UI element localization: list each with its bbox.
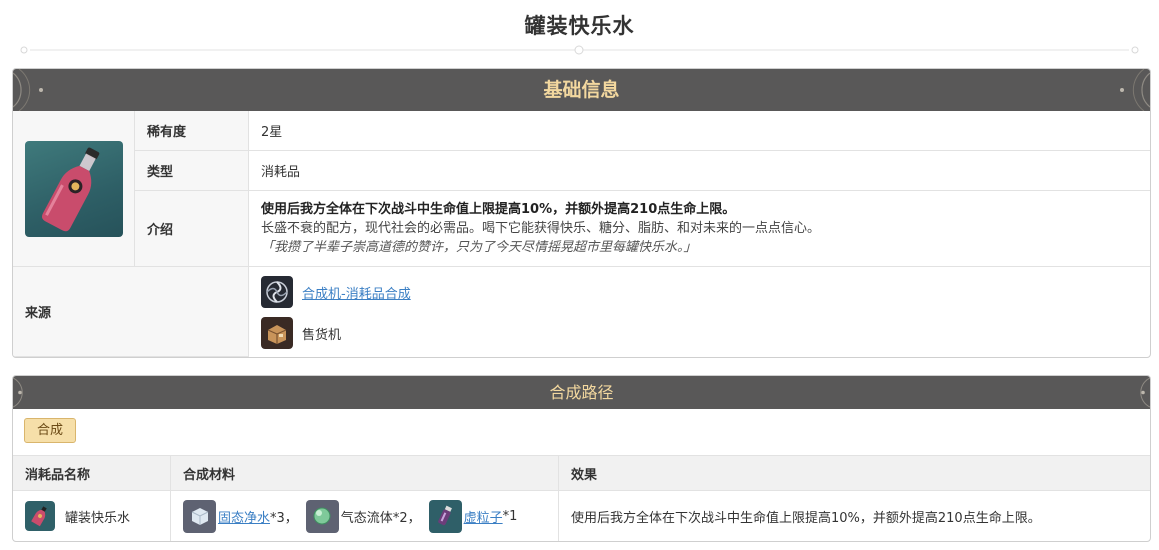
column-header-name: 消耗品名称 xyxy=(13,455,171,491)
header-ornament-right-icon xyxy=(1120,69,1150,111)
intro-label: 介绍 xyxy=(135,191,249,267)
intro-description-text: 长盛不衰的配方，现代社会的必需品。喝下它能获得快乐、糖分、脂肪、和对未来的一点点… xyxy=(261,221,821,236)
header-ornament-left-icon xyxy=(13,69,43,111)
column-header-effect: 效果 xyxy=(559,455,1150,491)
basic-info-panel: 基础信息 稀有度 2星 类型 消耗品 介绍 使用后我方全体在下次战斗中生命值上限… xyxy=(12,68,1151,358)
gas-orb-icon xyxy=(305,499,339,533)
source-item-vending: 售货机 xyxy=(261,317,341,349)
rarity-label: 稀有度 xyxy=(135,111,249,151)
type-label: 类型 xyxy=(135,151,249,191)
table-row-effect-cell: 使用后我方全体在下次战斗中生命值上限提高10%，并额外提高210点生命上限。 xyxy=(559,491,1150,541)
material-gas-fluid-name: 气态流体 xyxy=(340,510,393,526)
material-solid-water: 固态净水 *3， xyxy=(183,499,298,533)
source-value: 合成机-消耗品合成 售货机 xyxy=(249,267,1150,357)
soda-bottle-icon xyxy=(42,147,100,232)
material-gas-fluid: 气态流体 *2， xyxy=(305,499,421,533)
table-row-name-cell: 罐装快乐水 xyxy=(13,491,171,541)
material-solid-water-qty: *3， xyxy=(270,510,298,526)
crafting-ornament-left-icon xyxy=(13,377,23,408)
material-virtual-particle-link[interactable]: 虚粒子 xyxy=(464,507,503,526)
vending-machine-icon xyxy=(261,317,293,349)
source-synthesizer-link[interactable]: 合成机-消耗品合成 xyxy=(302,283,411,302)
material-gas-fluid-qty: *2， xyxy=(392,510,421,526)
ice-cube-icon xyxy=(183,499,216,533)
intro-effect-text: 使用后我方全体在下次战斗中生命值上限提高10%，并额外提高210点生命上限。 xyxy=(261,202,736,217)
synthesizer-icon xyxy=(261,276,293,308)
item-image xyxy=(25,141,123,237)
page-title: 罐装快乐水 xyxy=(524,14,635,38)
intro-quote-text: 「我攒了半辈子崇高道德的赞许，只为了今天尽情摇晃超市里每罐快乐水。」 xyxy=(261,240,697,255)
item-image-cell xyxy=(13,111,135,267)
basic-info-header: 基础信息 xyxy=(13,69,1150,111)
material-virtual-particle: 虚粒子 *1 xyxy=(428,499,518,533)
material-solid-water-link[interactable]: 固态净水 xyxy=(218,507,270,526)
soda-can-icon xyxy=(25,501,55,531)
source-item-synthesizer[interactable]: 合成机-消耗品合成 xyxy=(261,276,411,308)
particle-vial-icon xyxy=(428,499,462,533)
column-header-materials: 合成材料 xyxy=(171,455,559,491)
crafting-title: 合成路径 xyxy=(549,383,614,402)
title-divider xyxy=(20,45,1139,55)
table-row-materials-cell: 固态净水 *3， 气态流体 *2， 虚粒子 *1 xyxy=(171,491,559,541)
material-virtual-particle-qty: *1 xyxy=(502,508,518,524)
basic-info-title: 基础信息 xyxy=(543,79,620,101)
source-vending-text: 售货机 xyxy=(302,327,342,343)
rarity-value: 2星 xyxy=(249,111,1150,151)
row-item-name: 罐装快乐水 xyxy=(65,510,131,526)
crafting-panel: 合成路径 合成 消耗品名称 合成材料 效果 罐装快乐水 固态净水 *3， 气态流… xyxy=(12,375,1151,542)
crafting-ornament-right-icon xyxy=(1140,377,1150,408)
source-label: 来源 xyxy=(13,267,249,357)
row-effect-text: 使用后我方全体在下次战斗中生命值上限提高10%，并额外提高210点生命上限。 xyxy=(571,510,1041,526)
crafting-header: 合成路径 xyxy=(13,376,1150,409)
intro-value: 使用后我方全体在下次战斗中生命值上限提高10%，并额外提高210点生命上限。 长… xyxy=(249,191,1150,267)
type-value: 消耗品 xyxy=(249,151,1150,191)
tab-synthesis[interactable]: 合成 xyxy=(24,418,76,443)
